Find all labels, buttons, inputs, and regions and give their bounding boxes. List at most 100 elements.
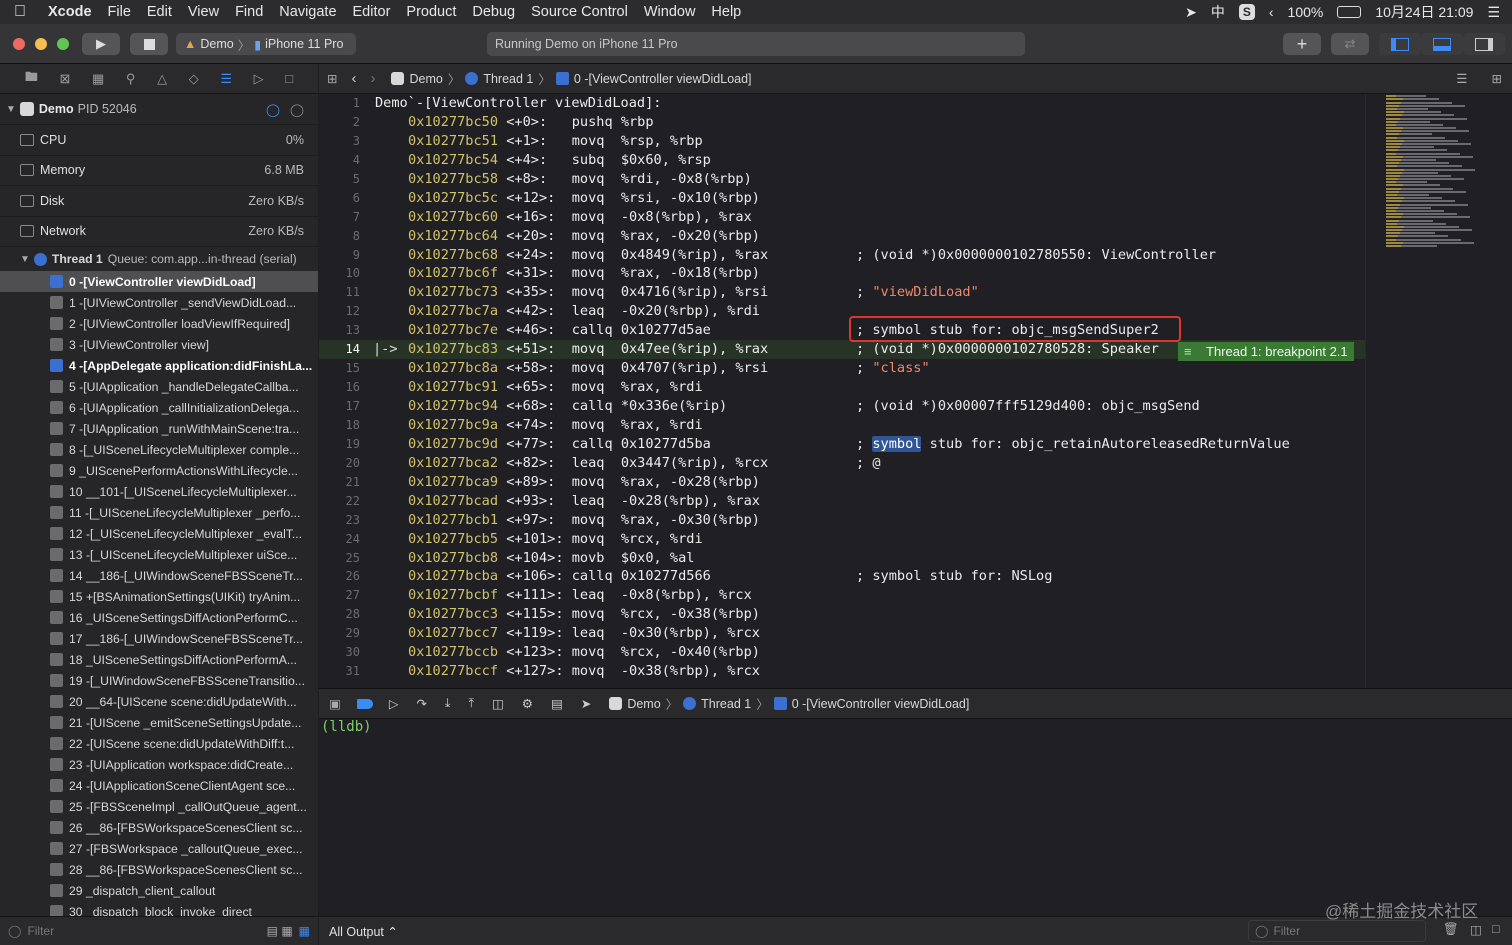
code-line[interactable]: 23 0x10277bcb1 <+97>: movq %rax, -0x30(%r…: [319, 511, 1365, 530]
report-navigator-icon[interactable]: □: [285, 71, 293, 86]
line-number[interactable]: 18: [319, 416, 360, 435]
line-number[interactable]: 7: [319, 208, 360, 227]
line-number[interactable]: 25: [319, 549, 360, 568]
breakpoint-navigator-icon[interactable]: ▷: [254, 71, 264, 87]
line-number[interactable]: 5: [319, 170, 360, 189]
debugbar-thread[interactable]: Thread 1: [701, 697, 751, 711]
line-number[interactable]: 13: [319, 321, 360, 340]
line-number[interactable]: 30: [319, 643, 360, 662]
debugbar-project[interactable]: Demo: [627, 697, 660, 711]
find-navigator-icon[interactable]: ⚲: [126, 71, 136, 87]
process-row[interactable]: ▼ Demo PID 52046 ◯ ◯: [0, 94, 318, 125]
stack-frame-row[interactable]: 16 _UISceneSettingsDiffActionPerformC...: [0, 607, 318, 628]
code-line[interactable]: 30 0x10277bccb <+123>: movq %rcx, -0x40(%…: [319, 643, 1365, 662]
line-number[interactable]: 10: [319, 264, 360, 283]
code-line[interactable]: 31 0x10277bccf <+127>: movq -0x38(%rbp), …: [319, 662, 1365, 681]
hide-debug-area-icon[interactable]: ▣: [329, 696, 341, 711]
stack-frame-row[interactable]: 0 -[ViewController viewDidLoad]: [0, 271, 318, 292]
code-line[interactable]: 8 0x10277bc64 <+20>: movq %rax, -0x20(%rb…: [319, 227, 1365, 246]
stack-frame-row[interactable]: 29 _dispatch_client_callout: [0, 880, 318, 901]
line-number[interactable]: 21: [319, 473, 360, 492]
step-out-icon[interactable]: ⤒: [468, 696, 474, 711]
stack-frame-row[interactable]: 20 __64-[UIScene scene:didUpdateWith...: [0, 691, 318, 712]
menu-window[interactable]: Window: [636, 4, 704, 20]
menu-edit[interactable]: Edit: [139, 4, 180, 20]
stack-frame-row[interactable]: 17 __186-[_UIWindowSceneFBSSceneTr...: [0, 628, 318, 649]
jumpbar-frame[interactable]: 0 -[ViewController viewDidLoad]: [574, 72, 752, 86]
zoom-window-button[interactable]: [57, 38, 69, 50]
toggle-inspector-button[interactable]: [1463, 33, 1505, 55]
step-into-icon[interactable]: ⤓: [445, 696, 451, 711]
jumpbar-thread[interactable]: Thread 1: [483, 72, 533, 86]
menu-source-control[interactable]: Source Control: [523, 4, 636, 20]
stack-frame-row[interactable]: 23 -[UIApplication workspace:didCreate..…: [0, 754, 318, 775]
code-line[interactable]: 16 0x10277bc91 <+65>: movq %rax, %rdi: [319, 378, 1365, 397]
battery-icon[interactable]: [1337, 6, 1362, 18]
continue-icon[interactable]: ▷: [389, 696, 399, 711]
library-button[interactable]: +: [1283, 33, 1321, 55]
stack-frame-row[interactable]: 22 -[UIScene scene:didUpdateWithDiff:t..…: [0, 733, 318, 754]
pause-status-icon[interactable]: ◯: [290, 102, 304, 117]
line-number[interactable]: 20: [319, 454, 360, 473]
code-line[interactable]: 20 0x10277bca2 <+82>: leaq 0x3447(%rip), …: [319, 454, 1365, 473]
stack-frame-row[interactable]: 14 __186-[_UIWindowSceneFBSSceneTr...: [0, 565, 318, 586]
symbol-navigator-icon[interactable]: ▦: [92, 71, 104, 87]
line-number[interactable]: 1: [319, 94, 360, 113]
console-filter[interactable]: ◯ Filter: [1248, 920, 1426, 942]
stack-frame-row[interactable]: 12 -[_UISceneLifecycleMultiplexer _evalT…: [0, 523, 318, 544]
disclosure-triangle-icon[interactable]: ▼: [20, 254, 30, 265]
view-hierarchy-icon[interactable]: ◫: [492, 696, 504, 711]
code-review-button[interactable]: ⇄: [1331, 33, 1369, 55]
scheme-selector[interactable]: ▲ Demo 〉 ▮ iPhone 11 Pro: [176, 33, 356, 55]
menu-product[interactable]: Product: [398, 4, 464, 20]
related-items-icon[interactable]: ⊞: [327, 71, 337, 86]
output-selector[interactable]: All Output ⌃: [329, 924, 398, 939]
line-number[interactable]: 19: [319, 435, 360, 454]
code-line[interactable]: 9 0x10277bc68 <+24>: movq 0x4849(%rip), %…: [319, 246, 1365, 265]
thread-row[interactable]: ▼ Thread 1 Queue: com.app...in-thread (s…: [0, 247, 318, 271]
close-window-button[interactable]: [13, 38, 25, 50]
send-icon[interactable]: ➤: [1185, 4, 1197, 21]
line-number[interactable]: 8: [319, 227, 360, 246]
debug-navigator-icon[interactable]: ☰: [220, 71, 232, 87]
back-button[interactable]: ‹: [351, 70, 356, 87]
stack-frame-row[interactable]: 8 -[_UISceneLifecycleMultiplexer comple.…: [0, 439, 318, 460]
code-line[interactable]: 12 0x10277bc7a <+42>: leaq -0x20(%rbp), %…: [319, 302, 1365, 321]
stack-frame-row[interactable]: 21 -[UIScene _emitSceneSettingsUpdate...: [0, 712, 318, 733]
line-number[interactable]: 15: [319, 359, 360, 378]
stack-frame-row[interactable]: 7 -[UIApplication _runWithMainScene:tra.…: [0, 418, 318, 439]
split-view-icon[interactable]: ◫: [1470, 922, 1482, 937]
code-line[interactable]: 19 0x10277bc9d <+77>: callq 0x10277d5ba ; …: [319, 435, 1365, 454]
memory-graph-icon[interactable]: ⚙: [522, 696, 533, 711]
test-navigator-icon[interactable]: ◇: [189, 71, 199, 87]
stack-frame-row[interactable]: 30 _dispatch_block_invoke_direct: [0, 901, 318, 916]
code-line[interactable]: 11 0x10277bc73 <+35>: movq 0x4716(%rip), …: [319, 283, 1365, 302]
stack-frame-row[interactable]: 10 __101-[_UISceneLifecycleMultiplexer..…: [0, 481, 318, 502]
code-line[interactable]: 17 0x10277bc94 <+68>: callq *0x336e(%rip)…: [319, 397, 1365, 416]
code-line[interactable]: 15 0x10277bc8a <+58>: movq 0x4707(%rip), …: [319, 359, 1365, 378]
menu-debug[interactable]: Debug: [464, 4, 523, 20]
menu-file[interactable]: File: [100, 4, 139, 20]
toggle-navigator-button[interactable]: [1379, 33, 1421, 55]
code-line[interactable]: 6 0x10277bc5c <+12>: movq %rsi, -0x10(%rb…: [319, 189, 1365, 208]
line-number[interactable]: 11: [319, 283, 360, 302]
code-line[interactable]: 3 0x10277bc51 <+1>: movq %rsp, %rbp: [319, 132, 1365, 151]
issue-navigator-icon[interactable]: △: [157, 71, 167, 87]
step-over-icon[interactable]: ↷: [416, 696, 426, 711]
code-line[interactable]: 28 0x10277bcc3 <+115>: movq %rcx, -0x38(%…: [319, 605, 1365, 624]
stack-frame-row[interactable]: 27 -[FBSWorkspace _calloutQueue_exec...: [0, 838, 318, 859]
gauge-disk[interactable]: Disk Zero KB/s: [0, 186, 318, 217]
project-navigator-icon[interactable]: 🖿: [25, 68, 38, 90]
run-button[interactable]: ▶: [82, 33, 120, 55]
code-line[interactable]: 24 0x10277bcb5 <+101>: movq %rcx, %rdi: [319, 530, 1365, 549]
code-line[interactable]: 5 0x10277bc58 <+8>: movq %rdi, -0x8(%rbp): [319, 170, 1365, 189]
stack-frame-row[interactable]: 3 -[UIViewController view]: [0, 334, 318, 355]
stack-frame-row[interactable]: 25 -[FBSSceneImpl _callOutQueue_agent...: [0, 796, 318, 817]
stack-frame-row[interactable]: 18 _UISceneSettingsDiffActionPerformA...: [0, 649, 318, 670]
stack-frame-row[interactable]: 11 -[_UISceneLifecycleMultiplexer _perfo…: [0, 502, 318, 523]
source-control-navigator-icon[interactable]: ⊠: [59, 71, 70, 87]
line-number[interactable]: 24: [319, 530, 360, 549]
stack-frame-row[interactable]: 6 -[UIApplication _callInitializationDel…: [0, 397, 318, 418]
simulate-location-icon[interactable]: ➤: [581, 696, 591, 711]
breakpoint-badge[interactable]: ≡ Thread 1: breakpoint 2.1: [1178, 342, 1354, 361]
